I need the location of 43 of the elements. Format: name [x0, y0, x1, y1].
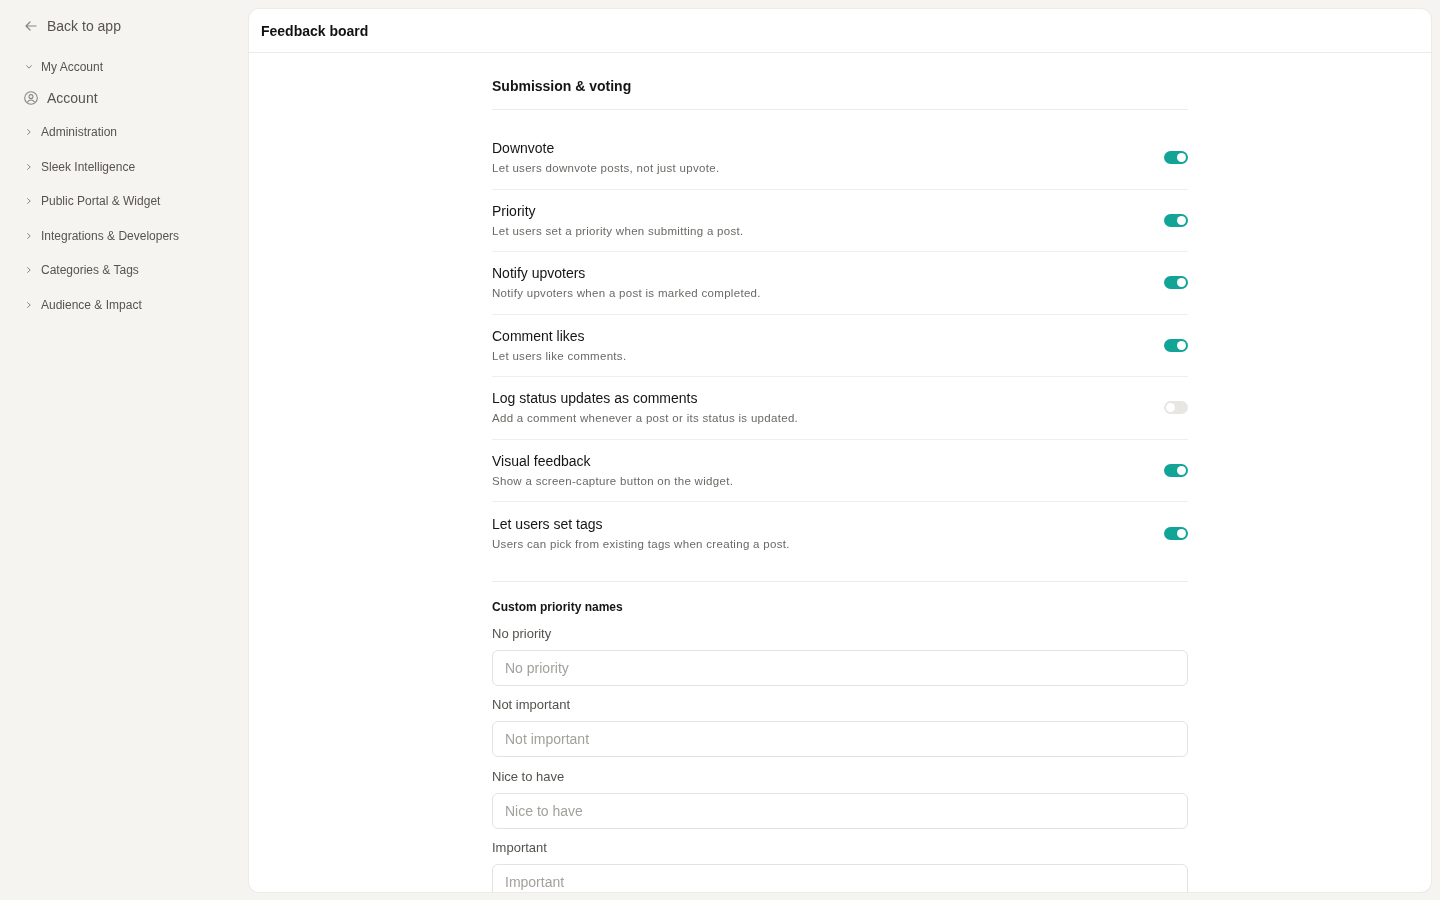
page-title: Feedback board [261, 22, 369, 39]
setting-title: Priority [492, 201, 537, 221]
section-title: Submission & voting [492, 77, 1188, 110]
field-label: Important [492, 840, 547, 856]
sidebar-group-header[interactable]: Sleek Intelligence [24, 154, 142, 179]
sidebar-group-header[interactable]: Public Portal & Widget [24, 189, 167, 214]
sidebar-group-header[interactable]: Administration [24, 120, 124, 145]
field-label: Nice to have [492, 768, 565, 785]
toggle-switch[interactable] [1164, 463, 1188, 477]
sidebar-group-header[interactable]: Categories & Tags [24, 258, 145, 283]
back-to-app-link[interactable]: Back to app [24, 16, 121, 36]
setting-title: Downvote [492, 139, 556, 159]
field-label: Not important [492, 697, 571, 713]
text-field[interactable]: Important [492, 864, 1188, 892]
setting-description: Let users set a priority when submitting a post. [492, 223, 744, 239]
text-field[interactable]: Not important [492, 721, 1188, 757]
sidebar-group-header[interactable]: Audience & Impact [24, 292, 148, 317]
toggle-switch[interactable] [1164, 213, 1188, 227]
setting-title: Visual feedback [492, 451, 592, 471]
subsection-title: Custom priority names [492, 598, 624, 615]
sidebar-item[interactable]: Account [24, 83, 98, 112]
setting-title: Comment likes [492, 326, 586, 346]
arrow-left-icon [25, 21, 37, 31]
toggle-switch[interactable] [1164, 401, 1188, 415]
setting-title: Notify upvoters [492, 264, 587, 284]
text-field[interactable]: Nice to have [492, 792, 1188, 829]
text-field[interactable]: No priority [492, 649, 1188, 686]
toggle-switch[interactable] [1164, 526, 1188, 540]
sidebar-group-header[interactable]: My Account [24, 55, 110, 80]
toggle-switch[interactable] [1164, 338, 1188, 352]
user-circle-icon [24, 90, 38, 105]
setting-description: Let users like comments. [492, 348, 627, 364]
toggle-switch[interactable] [1164, 276, 1188, 290]
setting-title: Log status updates as comments [492, 389, 699, 409]
field-label: No priority [492, 625, 552, 642]
setting-title: Let users set tags [492, 514, 604, 534]
setting-description: Show a screen-capture button on the widget. [492, 473, 734, 489]
setting-description: Let users downvote posts, not just upvote. [492, 161, 720, 177]
setting-description: Notify upvoters when a post is marked completed. [492, 286, 761, 302]
setting-description: Users can pick from existing tags when creating a post. [492, 536, 790, 552]
setting-description: Add a comment whenever a post or its status is updated. [492, 411, 799, 427]
sidebar-group-header[interactable]: Integrations & Developers [24, 223, 186, 248]
toggle-switch[interactable] [1164, 151, 1188, 165]
